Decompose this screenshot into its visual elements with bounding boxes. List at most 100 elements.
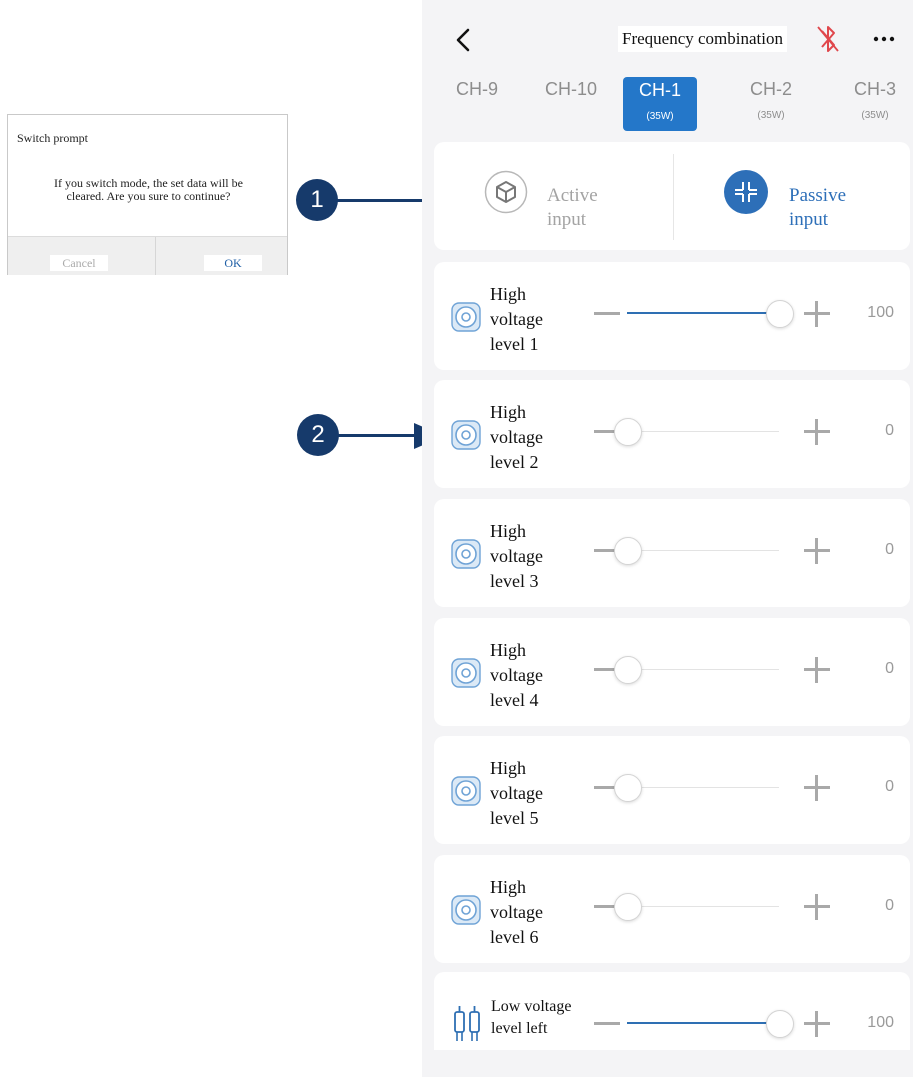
cancel-button[interactable]: Cancel (50, 255, 108, 271)
tab-ch-2[interactable]: CH-2 (35W) (734, 78, 808, 122)
level-value: 0 (885, 897, 894, 914)
level-slider[interactable] (614, 774, 779, 802)
active-input-label: Active input (547, 184, 598, 232)
active-input-label-line-1: Active (547, 185, 598, 206)
speaker-icon (451, 658, 481, 688)
tab-label: CH-3 (853, 79, 896, 99)
cube-icon (484, 170, 528, 214)
channel-label-line-1: High (490, 284, 526, 304)
decrease-button[interactable] (594, 1022, 620, 1025)
level-slider[interactable] (614, 418, 779, 446)
tab-label: CH-9 (455, 79, 498, 99)
dialog-message: If you switch mode, the set data will be… (8, 177, 289, 203)
channel-label-line-2: voltage (490, 546, 543, 566)
slider-knob[interactable] (766, 300, 794, 328)
increase-button-vertical (815, 894, 818, 920)
tab-ch-9[interactable]: CH-9 (440, 78, 514, 100)
tab-power: (35W) (646, 111, 674, 122)
level-value: 0 (885, 422, 894, 439)
increase-button-vertical (815, 538, 818, 564)
speaker-icon (451, 776, 481, 806)
speaker-icon (451, 302, 481, 332)
channel-label-line-1: High (490, 640, 526, 660)
passive-input-icon (724, 170, 768, 214)
level-value: 0 (885, 660, 894, 677)
annotation-marker-2: 2 (297, 414, 339, 456)
slider-knob[interactable] (766, 1010, 794, 1038)
increase-button-vertical (815, 775, 818, 801)
ok-button[interactable]: OK (204, 255, 262, 271)
tab-ch-10[interactable]: CH-10 (534, 78, 608, 100)
tab-ch-3[interactable]: CH-3 (35W) (838, 78, 912, 122)
level-slider[interactable] (614, 537, 779, 565)
channel-label-line-2: voltage (490, 309, 543, 329)
channel-label-line-1: High (490, 877, 526, 897)
channel-label-line-2: voltage (490, 427, 543, 447)
more-horizontal-icon[interactable] (872, 28, 896, 50)
channel-card-6: High voltage level 6 0 (434, 855, 910, 963)
channel-label-line-3: level 3 (490, 571, 539, 591)
chevron-left-icon[interactable] (450, 26, 476, 54)
level-value: 100 (867, 304, 894, 321)
channel-label-line-2: voltage (490, 902, 543, 922)
channel-label-line-3: level 6 (490, 927, 539, 947)
increase-button-vertical (815, 1011, 818, 1037)
dialog-footer: Cancel OK (8, 236, 287, 275)
low-voltage-label-line-1: Low voltage (491, 998, 572, 1015)
level-slider[interactable] (614, 656, 779, 684)
increase-button-vertical (815, 301, 818, 327)
low-voltage-left-card: Low voltage level left 100 (434, 972, 910, 1050)
passive-input-label-line-1: Passive (789, 185, 846, 206)
channel-label-line-2: voltage (490, 783, 543, 803)
decrease-button[interactable] (594, 312, 620, 315)
bluetooth-off-icon[interactable] (816, 22, 840, 56)
dialog-divider (155, 237, 156, 275)
level-value: 0 (885, 541, 894, 558)
passive-input-label: Passive input (789, 184, 846, 232)
tab-power: (35W) (757, 110, 785, 121)
channel-label-line-3: level 4 (490, 690, 539, 710)
slider-knob[interactable] (614, 656, 642, 684)
annotation-marker-1: 1 (296, 179, 338, 221)
active-input-label-line-2: input (547, 209, 587, 230)
level-slider[interactable] (627, 300, 794, 328)
channel-label-line-1: High (490, 402, 526, 422)
slider-knob[interactable] (614, 774, 642, 802)
channel-label-line-3: level 1 (490, 334, 539, 354)
channel-label-line-3: level 2 (490, 452, 539, 472)
slider-knob[interactable] (614, 893, 642, 921)
tab-label: CH-10 (544, 79, 597, 99)
level-slider[interactable] (627, 1010, 794, 1038)
speaker-icon (451, 420, 481, 450)
speaker-icon (451, 895, 481, 925)
channel-card-3: High voltage level 3 0 (434, 499, 910, 607)
increase-button-vertical (815, 419, 818, 445)
channel-label: High voltage level 6 (490, 875, 580, 950)
channel-label-line-2: voltage (490, 665, 543, 685)
switch-prompt-dialog: Switch prompt If you switch mode, the se… (7, 114, 288, 275)
annotation-arrow-2-line (336, 434, 422, 437)
input-mode-card: Active input Passive input (434, 142, 910, 250)
page-title: Frequency combination (618, 26, 787, 52)
low-voltage-label-line-2: level left (491, 1020, 548, 1037)
tab-label: CH-1 (638, 80, 681, 100)
annotation-arrow-1-line (336, 199, 436, 202)
channel-card-4: High voltage level 4 0 (434, 618, 910, 726)
tab-ch-1[interactable]: CH-1 (35W) (623, 77, 697, 131)
increase-button-vertical (815, 657, 818, 683)
slider-knob[interactable] (614, 537, 642, 565)
speaker-icon (451, 539, 481, 569)
mode-divider (673, 154, 674, 240)
dialog-title: Switch prompt (17, 131, 88, 145)
channel-label: High voltage level 3 (490, 519, 580, 594)
tab-power: (35W) (861, 110, 889, 121)
level-value: 0 (885, 778, 894, 795)
slider-knob[interactable] (614, 418, 642, 446)
channel-label-line-1: High (490, 758, 526, 778)
channel-label: High voltage level 4 (490, 638, 580, 713)
level-slider[interactable] (614, 893, 779, 921)
tab-label: CH-2 (749, 79, 792, 99)
channel-label: High voltage level 1 (490, 282, 580, 357)
channel-label-line-1: High (490, 521, 526, 541)
slider-fill (627, 1022, 779, 1024)
